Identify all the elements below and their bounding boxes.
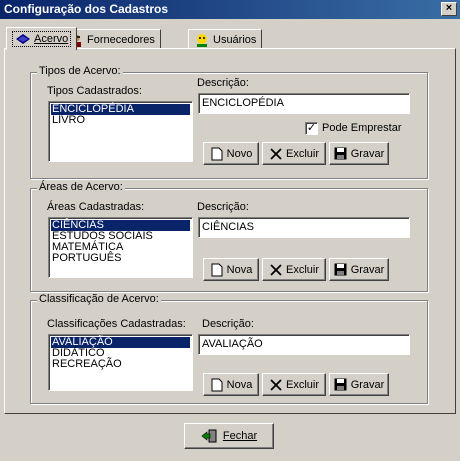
areas-desc-label: Descrição: xyxy=(197,201,249,213)
floppy-disk-icon xyxy=(334,378,348,392)
classificacao-desc-label: Descrição: xyxy=(202,318,254,330)
classificacao-delete-button[interactable]: Excluir xyxy=(262,373,326,396)
group-areas-title: Áreas de Acervo: xyxy=(37,181,125,193)
tab-acervo-focus: Acervo xyxy=(12,31,72,47)
classificacao-save-label: Gravar xyxy=(350,378,385,391)
classificacao-desc-input[interactable]: AVALIAÇÃO xyxy=(198,334,410,355)
areas-listbox[interactable]: CIÊNCIAS ESTUDOS SOCIAIS MATEMÁTICA PORT… xyxy=(48,217,193,278)
tab-acervo-label: Acervo xyxy=(34,33,69,45)
classificacao-listbox[interactable]: AVALIAÇÃO DIDÁTICO RECREAÇÃO xyxy=(48,334,193,391)
areas-delete-button[interactable]: Excluir xyxy=(262,258,326,281)
tipos-list-label: Tipos Cadastrados: xyxy=(47,85,142,97)
areas-desc-input[interactable]: CIÊNCIAS xyxy=(198,217,410,238)
areas-save-label: Gravar xyxy=(350,263,385,276)
close-dialog-label: Fechar xyxy=(222,430,258,442)
window-title: Configuração dos Cadastros xyxy=(4,2,169,16)
tab-acervo[interactable]: Acervo xyxy=(6,27,78,50)
close-button[interactable]: × xyxy=(441,2,457,16)
areas-new-label: Nova xyxy=(226,263,253,276)
close-dialog-button[interactable]: Fechar xyxy=(184,423,274,449)
delete-x-icon xyxy=(269,147,283,161)
title-bar[interactable]: Configuração dos Cadastros × xyxy=(0,0,460,19)
group-tipos: Tipos de Acervo: Tipos Cadastrados: ENCI… xyxy=(30,65,428,179)
list-item[interactable]: RECREAÇÃO xyxy=(51,359,190,370)
classificacao-delete-label: Excluir xyxy=(285,378,319,391)
tipos-delete-button[interactable]: Excluir xyxy=(262,142,326,165)
tipos-desc-label: Descrição: xyxy=(197,77,249,89)
classificacao-new-label: Nova xyxy=(226,378,253,391)
tipos-listbox[interactable]: ENCICLOPÉDIA LIVRO xyxy=(48,101,193,162)
pode-emprestar-checkbox[interactable]: ✓ xyxy=(305,122,318,135)
tab-fornecedores-label: Fornecedores xyxy=(87,34,155,46)
config-window: Configuração dos Cadastros × Acervo Forn… xyxy=(0,0,460,461)
list-item[interactable]: LIVRO xyxy=(51,115,190,126)
tipos-new-label: Novo xyxy=(226,147,253,160)
floppy-disk-icon xyxy=(334,147,348,161)
tipos-delete-label: Excluir xyxy=(285,147,319,160)
tipos-desc-input[interactable]: ENCICLOPÉDIA xyxy=(198,93,410,114)
classificacao-new-button[interactable]: Nova xyxy=(203,373,259,396)
group-classificacao-title: Classificação de Acervo: xyxy=(37,293,161,305)
new-document-icon xyxy=(210,147,224,161)
book-icon xyxy=(15,32,31,46)
areas-list-label: Áreas Cadastradas: xyxy=(47,201,145,213)
areas-new-button[interactable]: Nova xyxy=(203,258,259,281)
list-item[interactable]: PORTUGUÊS xyxy=(51,253,190,264)
areas-save-button[interactable]: Gravar xyxy=(329,258,389,281)
classificacao-list-label: Classificações Cadastradas: xyxy=(47,318,186,330)
tab-usuarios[interactable]: Usuários xyxy=(188,29,263,50)
delete-x-icon xyxy=(269,263,283,277)
new-document-icon xyxy=(210,378,224,392)
areas-delete-label: Excluir xyxy=(285,263,319,276)
delete-x-icon xyxy=(269,378,283,392)
group-classificacao: Classificação de Acervo: Classificações … xyxy=(30,293,428,404)
tipos-new-button[interactable]: Novo xyxy=(203,142,259,165)
tipos-save-button[interactable]: Gravar xyxy=(329,142,389,165)
tab-usuarios-label: Usuários xyxy=(213,34,257,46)
floppy-disk-icon xyxy=(334,263,348,277)
group-tipos-title: Tipos de Acervo: xyxy=(37,65,123,77)
tipos-save-label: Gravar xyxy=(350,147,385,160)
new-document-icon xyxy=(210,263,224,277)
user-icon xyxy=(194,33,210,47)
group-areas: Áreas de Acervo: Áreas Cadastradas: CIÊN… xyxy=(30,181,428,292)
pode-emprestar-label: Pode Emprestar xyxy=(322,122,402,134)
classificacao-save-button[interactable]: Gravar xyxy=(329,373,389,396)
exit-door-icon xyxy=(201,429,217,443)
